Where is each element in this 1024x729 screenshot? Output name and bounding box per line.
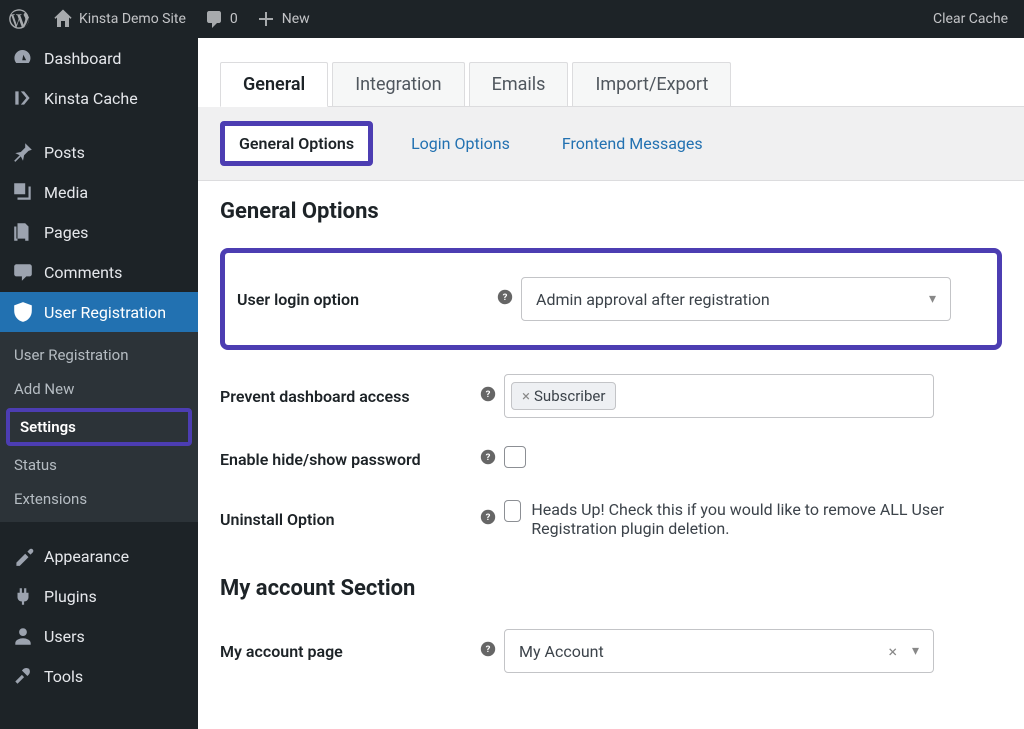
submenu-item-user-registration[interactable]: User Registration [0, 338, 198, 372]
uninstall-option-label: Uninstall Option [220, 510, 480, 529]
remove-tag-icon[interactable]: × [522, 387, 530, 405]
sidebar-item-label: Pages [44, 223, 88, 242]
pages-icon [12, 221, 34, 243]
wordpress-icon [9, 9, 29, 29]
submenu-item-settings[interactable]: Settings [6, 408, 192, 446]
site-name-menu[interactable]: Kinsta Demo Site [44, 0, 195, 38]
comments-count: 0 [230, 11, 238, 27]
comments-menu[interactable]: 0 [195, 0, 247, 38]
tab-integration[interactable]: Integration [332, 62, 464, 106]
sidebar-item-label: Dashboard [44, 49, 121, 68]
sidebar-item-label: Media [44, 183, 88, 202]
submenu-item-add-new[interactable]: Add New [0, 372, 198, 406]
wp-logo-menu[interactable] [0, 0, 44, 38]
uninstall-option-desc: Heads Up! Check this if you would like t… [531, 500, 1002, 538]
svg-text:?: ? [503, 292, 508, 303]
sidebar-item-label: Users [44, 627, 85, 646]
help-icon[interactable]: ? [497, 289, 521, 309]
svg-text:?: ? [486, 644, 491, 655]
plugins-icon [12, 585, 34, 607]
media-icon [12, 181, 34, 203]
section-title: General Options [220, 199, 1002, 224]
home-icon [53, 9, 73, 29]
help-icon[interactable]: ? [480, 449, 504, 469]
settings-subtabs: General Options Login Options Frontend M… [198, 107, 1024, 181]
sidebar-item-comments[interactable]: Comments [0, 252, 198, 292]
sidebar-item-kinsta-cache[interactable]: Kinsta Cache [0, 78, 198, 118]
select-value: My Account [519, 642, 604, 661]
sidebar-item-label: Tools [44, 667, 83, 686]
sidebar-item-user-registration[interactable]: User Registration [0, 292, 198, 332]
comments-icon [12, 261, 34, 283]
clear-cache-label: Clear Cache [933, 11, 1008, 27]
shield-icon [12, 301, 34, 323]
sidebar-item-dashboard[interactable]: Dashboard [0, 38, 198, 78]
svg-text:?: ? [486, 389, 491, 400]
settings-tabs: General Integration Emails Import/Export [220, 62, 1024, 107]
sidebar-submenu: User Registration Add New Settings Statu… [0, 332, 198, 522]
clear-cache-button[interactable]: Clear Cache [924, 0, 1024, 38]
subtab-frontend-messages[interactable]: Frontend Messages [548, 126, 717, 161]
site-name-label: Kinsta Demo Site [79, 11, 186, 27]
enable-hide-show-label: Enable hide/show password [220, 450, 480, 469]
sidebar-item-label: Comments [44, 263, 122, 282]
subtab-login-options[interactable]: Login Options [397, 126, 524, 161]
tab-import-export[interactable]: Import/Export [572, 62, 731, 106]
appearance-icon [12, 545, 34, 567]
prevent-dashboard-label: Prevent dashboard access [220, 387, 480, 406]
new-content-menu[interactable]: New [247, 0, 319, 38]
clear-icon[interactable]: × [888, 642, 897, 661]
section2-title: My account Section [220, 576, 1002, 601]
my-account-page-label: My account page [220, 642, 480, 661]
sidebar-item-plugins[interactable]: Plugins [0, 576, 198, 616]
tag-label: Subscriber [534, 387, 605, 405]
sidebar-item-tools[interactable]: Tools [0, 656, 198, 696]
main-content: General Integration Emails Import/Export… [198, 38, 1024, 729]
new-label: New [282, 11, 310, 27]
pin-icon [12, 141, 34, 163]
my-account-page-select[interactable]: My Account × [504, 629, 934, 673]
submenu-item-status[interactable]: Status [0, 448, 198, 482]
admin-sidebar: Dashboard Kinsta Cache Posts Media Pages… [0, 38, 198, 729]
help-icon[interactable]: ? [480, 509, 504, 529]
prevent-dashboard-input[interactable]: ×Subscriber [504, 374, 934, 418]
tab-emails[interactable]: Emails [469, 62, 569, 106]
admin-bar: Kinsta Demo Site 0 New Clear Cache [0, 0, 1024, 38]
sidebar-item-label: User Registration [44, 303, 166, 322]
sidebar-item-users[interactable]: Users [0, 616, 198, 656]
users-icon [12, 625, 34, 647]
dashboard-icon [12, 47, 34, 69]
submenu-item-extensions[interactable]: Extensions [0, 482, 198, 516]
select-value: Admin approval after registration [536, 290, 770, 309]
sidebar-item-label: Plugins [44, 587, 97, 606]
user-login-option-highlight: User login option ? Admin approval after… [220, 248, 1002, 350]
tools-icon [12, 665, 34, 687]
user-login-option-label: User login option [237, 290, 497, 309]
sidebar-item-label: Posts [44, 143, 85, 162]
sidebar-item-label: Kinsta Cache [44, 89, 138, 108]
uninstall-option-checkbox[interactable] [504, 500, 521, 522]
sidebar-item-pages[interactable]: Pages [0, 212, 198, 252]
help-icon[interactable]: ? [480, 641, 504, 661]
tab-general[interactable]: General [220, 62, 328, 107]
sidebar-item-label: Appearance [44, 547, 129, 566]
kinsta-icon [12, 87, 34, 109]
sidebar-item-appearance[interactable]: Appearance [0, 536, 198, 576]
role-tag[interactable]: ×Subscriber [511, 382, 616, 410]
sidebar-item-posts[interactable]: Posts [0, 132, 198, 172]
svg-text:?: ? [486, 452, 491, 463]
subtab-general-options[interactable]: General Options [220, 121, 373, 166]
comment-icon [204, 9, 224, 29]
user-login-option-select[interactable]: Admin approval after registration [521, 277, 951, 321]
sidebar-item-media[interactable]: Media [0, 172, 198, 212]
help-icon[interactable]: ? [480, 386, 504, 406]
plus-icon [256, 9, 276, 29]
enable-hide-show-checkbox[interactable] [504, 446, 526, 468]
svg-text:?: ? [486, 512, 491, 523]
